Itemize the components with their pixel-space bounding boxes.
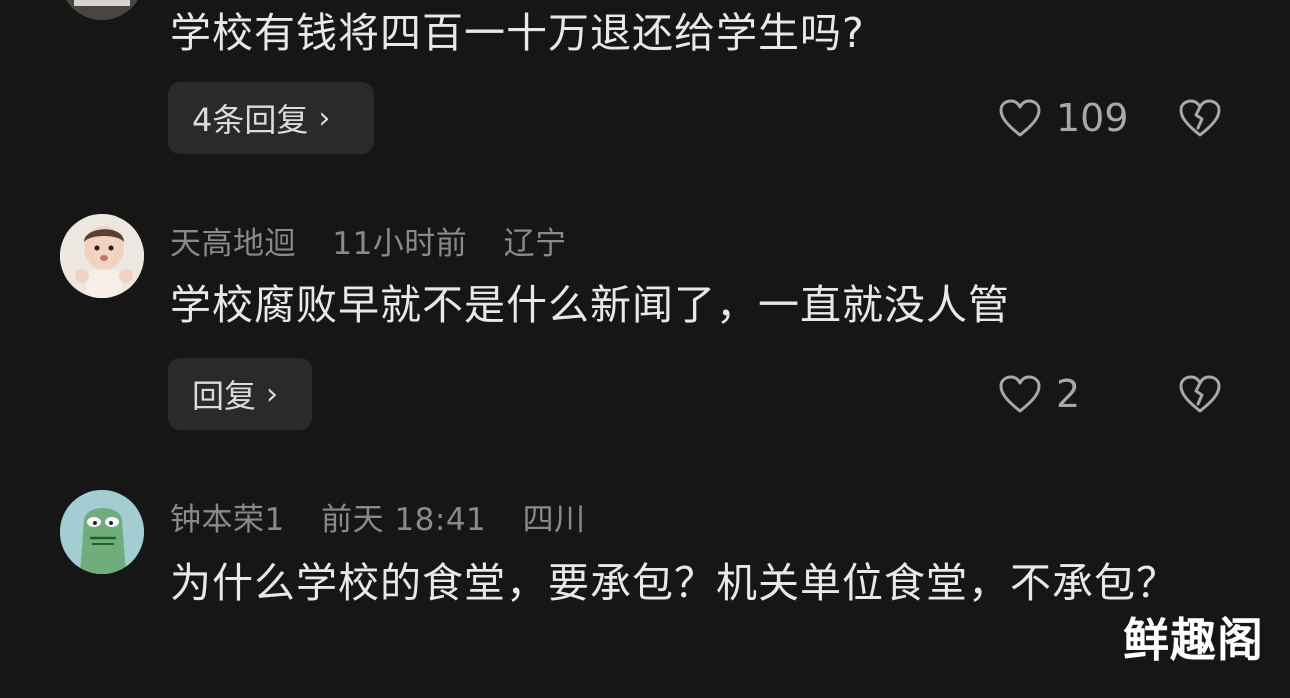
avatar[interactable] (60, 490, 144, 574)
broken-heart-icon (1179, 99, 1221, 137)
location: 四川 (522, 502, 586, 538)
comment-text: 学校腐败早就不是什么新闻了，一直就没人管 (170, 281, 1010, 329)
timestamp: 前天 18:41 (321, 502, 487, 538)
location: 辽宁 (503, 226, 567, 262)
username[interactable]: 天高地迴 (170, 226, 296, 262)
like-count: 109 (1056, 96, 1129, 140)
chevron-right-icon: › (266, 376, 279, 412)
view-replies-button[interactable]: 4条回复 › (168, 82, 374, 154)
reply-button[interactable]: 回复 › (168, 358, 312, 430)
username[interactable]: 钟本荣1 (170, 502, 285, 538)
heart-outline-icon (999, 375, 1041, 413)
heart-outline-icon (999, 99, 1041, 137)
comment-text: 为什么学校的食堂，要承包？机关单位食堂，不承包？ (170, 559, 1178, 607)
comment-text: 学校有钱将四百一十万退还给学生吗? (170, 9, 865, 57)
avatar[interactable] (60, 0, 144, 20)
comment-meta: 天高地迴 11小时前 辽宁 (170, 218, 593, 263)
reply-label: 4条回复 (192, 101, 309, 139)
like-button[interactable]: 2 (998, 372, 1080, 416)
avatar[interactable] (60, 214, 144, 298)
timestamp: 11小时前 (332, 226, 468, 262)
dislike-button[interactable] (1178, 374, 1222, 418)
broken-heart-icon (1179, 375, 1221, 413)
comment-list: 学校有钱将四百一十万退还给学生吗? 4条回复 › 109 天高地迴 11小时前 … (0, 0, 1290, 698)
like-button[interactable]: 109 (998, 96, 1129, 140)
like-count: 2 (1056, 372, 1081, 416)
comment-meta: 钟本荣1 前天 18:41 四川 (170, 494, 612, 539)
reply-label: 回复 (192, 377, 257, 415)
watermark-logo: 鲜趣阁 (1123, 613, 1264, 667)
chevron-right-icon: › (318, 100, 331, 136)
dislike-button[interactable] (1178, 98, 1222, 142)
